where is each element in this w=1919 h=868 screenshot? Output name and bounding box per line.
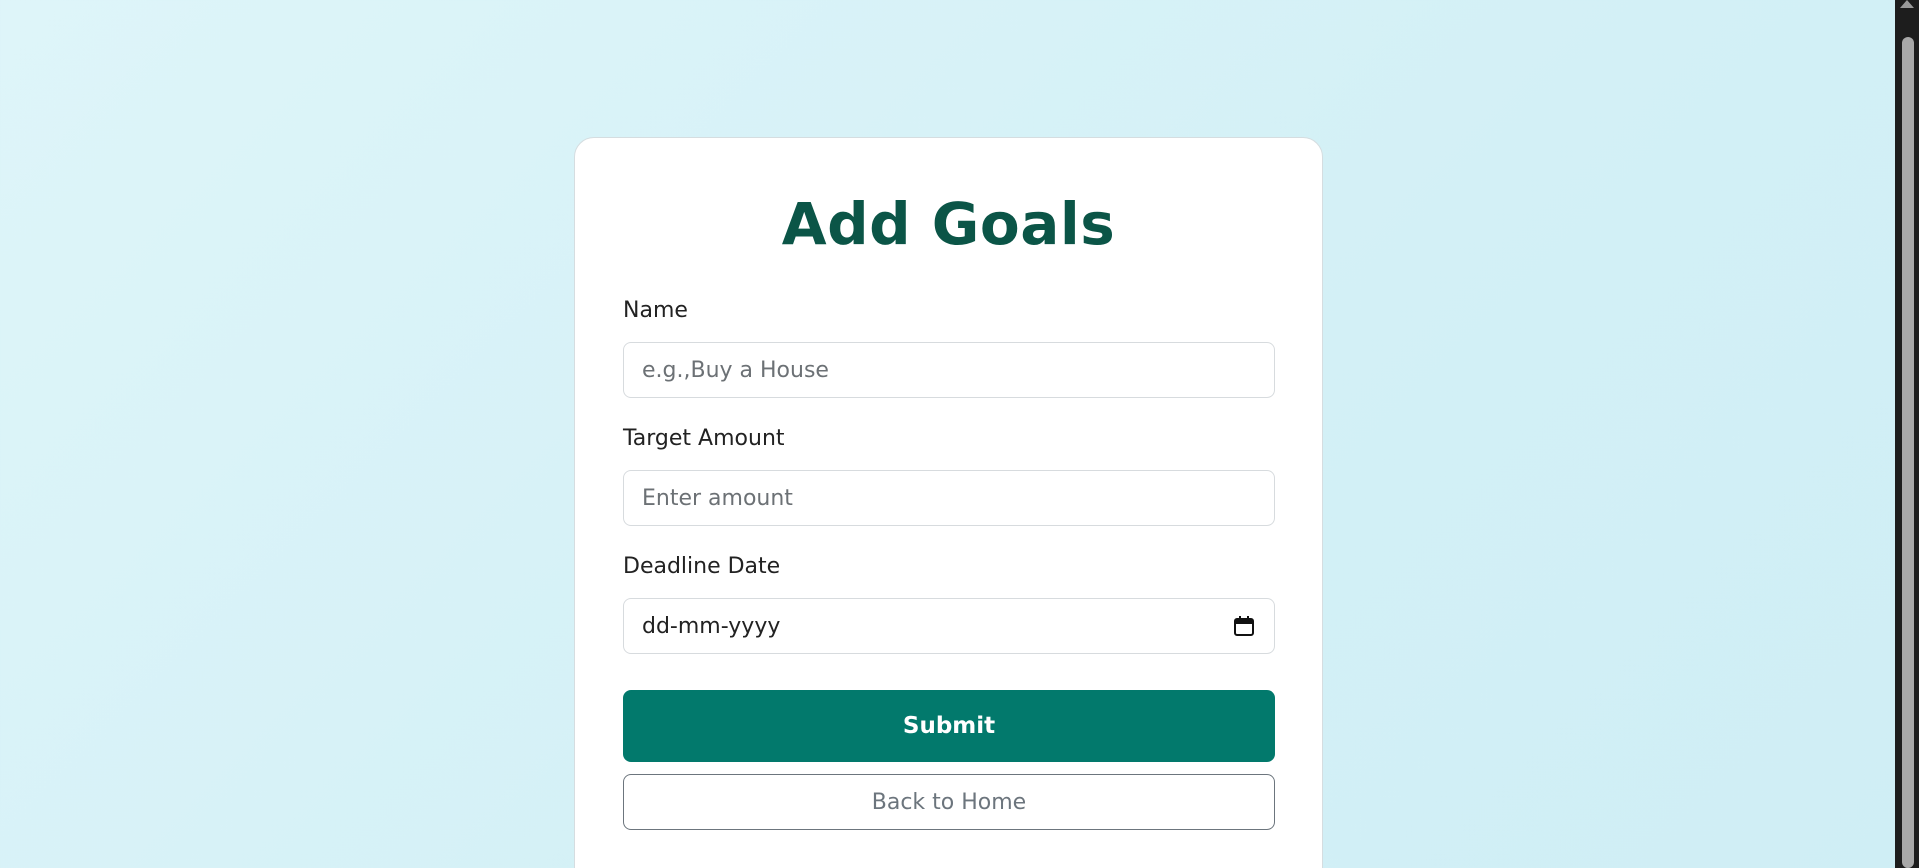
calendar-icon[interactable] xyxy=(1232,614,1256,638)
name-input[interactable]: e.g.,Buy a House xyxy=(623,342,1275,398)
deadline-date-placeholder: dd-mm-yyyy xyxy=(642,613,781,639)
name-label: Name xyxy=(623,298,688,323)
target-amount-input[interactable]: Enter amount xyxy=(623,470,1275,526)
back-to-home-button[interactable]: Back to Home xyxy=(623,774,1275,830)
deadline-date-label: Deadline Date xyxy=(623,554,781,579)
target-amount-label: Target Amount xyxy=(623,426,785,451)
scroll-up-arrow-icon[interactable] xyxy=(1900,0,1914,8)
scroll-thumb[interactable] xyxy=(1902,37,1914,868)
name-input-placeholder: e.g.,Buy a House xyxy=(642,357,829,383)
page-title: Add Goals xyxy=(781,190,1116,258)
vertical-scrollbar[interactable] xyxy=(1895,0,1919,868)
target-amount-placeholder: Enter amount xyxy=(642,485,793,511)
submit-button[interactable]: Submit xyxy=(623,690,1275,762)
add-goal-card: Add Goals Name e.g.,Buy a House Target A… xyxy=(574,137,1323,868)
deadline-date-input[interactable]: dd-mm-yyyy xyxy=(623,598,1275,654)
